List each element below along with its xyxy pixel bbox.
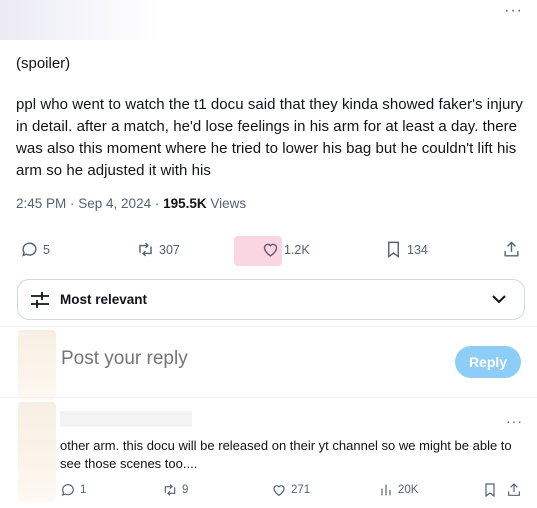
post-timestamp[interactable]: 2:45 PM · Sep 4, 2024 · <box>16 196 163 211</box>
reply-composer: Reply <box>61 346 521 378</box>
chevron-down-icon <box>492 295 506 304</box>
post-spoiler-text: (spoiler) <box>16 55 71 72</box>
reply-button[interactable]: Reply <box>455 346 521 378</box>
reply-views-count: 20K <box>398 484 419 496</box>
sort-label: Most relevant <box>60 292 148 307</box>
reply-author-avatar[interactable] <box>18 402 56 502</box>
reply-text: other arm. this docu will be released on… <box>60 438 512 471</box>
reply-count: 5 <box>43 242 50 257</box>
bookmark-action[interactable]: 134 <box>384 240 428 259</box>
share-icon <box>508 483 520 496</box>
reply-like-action[interactable]: 271 <box>271 482 310 498</box>
share-action[interactable] <box>502 240 521 259</box>
user-avatar <box>18 330 56 400</box>
reply-reply-action[interactable]: 1 <box>60 482 86 498</box>
more-options-icon[interactable]: ··· <box>506 413 523 429</box>
watermark-logo <box>234 236 282 266</box>
repost-action[interactable]: 307 <box>136 240 180 259</box>
avatar-placeholder <box>0 0 160 40</box>
post-meta: 2:45 PM · Sep 4, 2024 · 195.5K Views <box>16 196 246 211</box>
post-body: (spoiler) ppl who went to watch the t1 d… <box>16 54 528 182</box>
comment-icon <box>22 242 37 257</box>
reply-author-name[interactable] <box>60 411 192 427</box>
reply-repost-action[interactable]: 9 <box>162 482 188 498</box>
sliders-icon <box>31 291 49 308</box>
repost-count: 307 <box>159 242 180 257</box>
reply-input[interactable] <box>61 348 361 370</box>
reply-reply-count: 1 <box>80 484 87 496</box>
sort-dropdown[interactable]: Most relevant <box>17 279 525 320</box>
views-count: 195.5K <box>163 196 207 211</box>
analytics-icon <box>381 484 391 496</box>
share-icon <box>504 241 519 257</box>
repost-icon <box>139 242 152 257</box>
reply-bookmark-action[interactable] <box>482 482 498 498</box>
reply-share-action[interactable] <box>506 482 522 498</box>
repost-icon <box>164 484 176 496</box>
reply-actions: 1 9 271 20K <box>60 482 522 502</box>
post-text: ppl who went to watch the t1 docu said t… <box>16 96 523 179</box>
reply-action[interactable]: 5 <box>20 240 50 259</box>
bookmark-icon <box>388 241 399 259</box>
bookmark-count: 134 <box>407 242 428 257</box>
reply-views-action[interactable]: 20K <box>378 482 418 498</box>
heart-icon <box>273 485 285 497</box>
divider <box>0 397 537 398</box>
comment-icon <box>61 484 74 497</box>
more-options-icon[interactable]: ··· <box>504 2 523 20</box>
bookmark-icon <box>485 483 495 498</box>
reply-like-count: 271 <box>291 484 311 496</box>
divider <box>0 326 537 327</box>
reply-repost-count: 9 <box>182 484 189 496</box>
views-label: Views <box>206 196 247 211</box>
